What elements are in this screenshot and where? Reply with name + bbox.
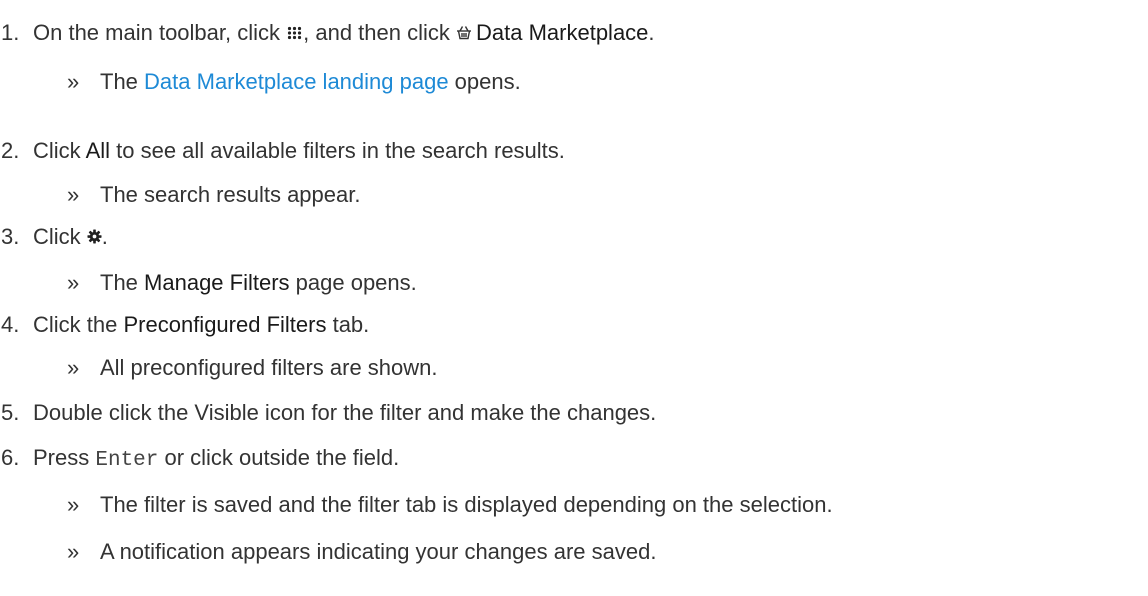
step-2: 2. Click All to see all available filters…	[0, 136, 565, 166]
step-number: 6.	[1, 445, 20, 470]
step-text: to see all available filters in the sear…	[110, 138, 565, 163]
ui-element-name: All	[85, 138, 111, 163]
gear-icon	[87, 229, 102, 244]
step-text: Press	[33, 445, 96, 470]
step-5: 5. Double click the Visible icon for the …	[0, 398, 656, 428]
result-text: The search results appear.	[100, 182, 361, 207]
result-text: opens.	[448, 69, 521, 94]
result-text: The filter is saved and the filter tab i…	[100, 492, 833, 517]
result-text: A notification appears indicating your c…	[100, 539, 657, 564]
step-number: 1.	[1, 20, 20, 45]
step-4: 4. Click the Preconfigured Filters tab.	[0, 310, 369, 340]
step-1-result: » The Data Marketplace landing page opens…	[67, 67, 521, 97]
step-6: 6. Press Enter or click outside the field…	[0, 443, 399, 476]
step-text: Click	[33, 138, 86, 163]
step-2-result: » The search results appear.	[67, 180, 360, 210]
enter-key-code: Enter	[95, 449, 159, 472]
step-6-result-2: » A notification appears indicating your …	[67, 537, 656, 567]
data-marketplace-landing-page-link[interactable]: Data Marketplace landing page	[144, 69, 449, 94]
result-marker: »	[67, 355, 80, 380]
step-3: 3. Click .	[0, 222, 108, 252]
step-text: .	[648, 20, 655, 45]
step-number: 5.	[1, 400, 20, 425]
ui-element-name: Data Marketplace	[476, 20, 649, 45]
step-text: Click	[33, 224, 87, 249]
result-marker: »	[67, 492, 80, 517]
step-number: 2.	[1, 138, 20, 163]
step-6-result-1: » The filter is saved and the filter tab …	[67, 490, 833, 520]
step-text: .	[101, 224, 108, 249]
apps-dots-icon	[287, 26, 302, 40]
result-text: The	[100, 270, 145, 295]
result-text: The	[100, 69, 145, 94]
basket-icon	[456, 25, 472, 40]
step-number: 3.	[1, 224, 20, 249]
step-text: tab.	[326, 312, 370, 337]
step-text: Click the	[33, 312, 124, 337]
result-marker: »	[67, 182, 80, 207]
result-marker: »	[67, 69, 80, 94]
ui-element-name: Preconfigured Filters	[123, 312, 327, 337]
ui-element-name: Manage Filters	[144, 270, 290, 295]
step-text: On the main toolbar, click	[33, 20, 287, 45]
step-text: or click outside the field.	[158, 445, 400, 470]
step-text: Double click the Visible icon for the fi…	[33, 400, 657, 425]
step-number: 4.	[1, 312, 20, 337]
result-marker: »	[67, 539, 80, 564]
result-text: All preconfigured filters are shown.	[100, 355, 438, 380]
result-marker: »	[67, 270, 80, 295]
step-4-result: » All preconfigured filters are shown.	[67, 353, 438, 383]
step-3-result: » The Manage Filters page opens.	[67, 268, 417, 298]
result-text: page opens.	[289, 270, 417, 295]
step-text: , and then click	[303, 20, 456, 45]
step-1: 1. On the main toolbar, click , and then …	[0, 18, 655, 48]
